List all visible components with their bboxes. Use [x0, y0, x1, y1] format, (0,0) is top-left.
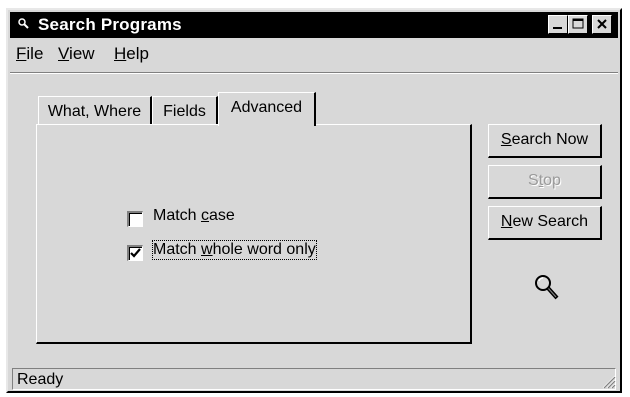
stop-button[interactable]: Stop — [488, 165, 602, 199]
status-text: Ready — [17, 371, 64, 388]
window-title: Search Programs — [38, 15, 182, 34]
maximize-icon — [572, 18, 584, 29]
minimize-icon — [553, 27, 562, 29]
status-pane: Ready — [12, 368, 616, 390]
close-button[interactable] — [592, 15, 612, 34]
menu-file[interactable]: File — [16, 44, 43, 64]
tab-what-where[interactable]: What, Where — [38, 96, 152, 126]
new-search-button[interactable]: New Search — [488, 206, 602, 240]
tab-fields[interactable]: Fields — [152, 96, 218, 126]
status-bar: Ready — [10, 366, 618, 391]
size-grip-icon[interactable] — [600, 373, 616, 389]
tab-advanced[interactable]: Advanced — [218, 92, 316, 126]
menu-separator — [10, 72, 618, 74]
menu-view[interactable]: View — [58, 44, 95, 64]
search-programs-window: Search Programs File View Help What, Whe… — [6, 8, 622, 393]
close-icon — [597, 19, 607, 29]
magnifier-icon — [532, 272, 562, 309]
match-case-checkbox[interactable] — [127, 211, 143, 227]
menu-bar: File View Help — [10, 40, 618, 68]
match-whole-word-label: Match whole word only — [152, 240, 317, 260]
advanced-tab-panel: Match case Match whole word only — [36, 124, 472, 344]
match-case-label: Match case — [153, 207, 235, 224]
title-bar[interactable]: Search Programs — [10, 12, 618, 38]
checkmark-icon — [130, 248, 141, 258]
search-app-icon — [16, 15, 32, 33]
menu-help[interactable]: Help — [114, 44, 149, 64]
maximize-button[interactable] — [568, 15, 588, 34]
search-now-button[interactable]: Search Now — [488, 124, 602, 158]
match-whole-word-checkbox[interactable] — [127, 245, 143, 261]
minimize-button[interactable] — [548, 15, 568, 34]
